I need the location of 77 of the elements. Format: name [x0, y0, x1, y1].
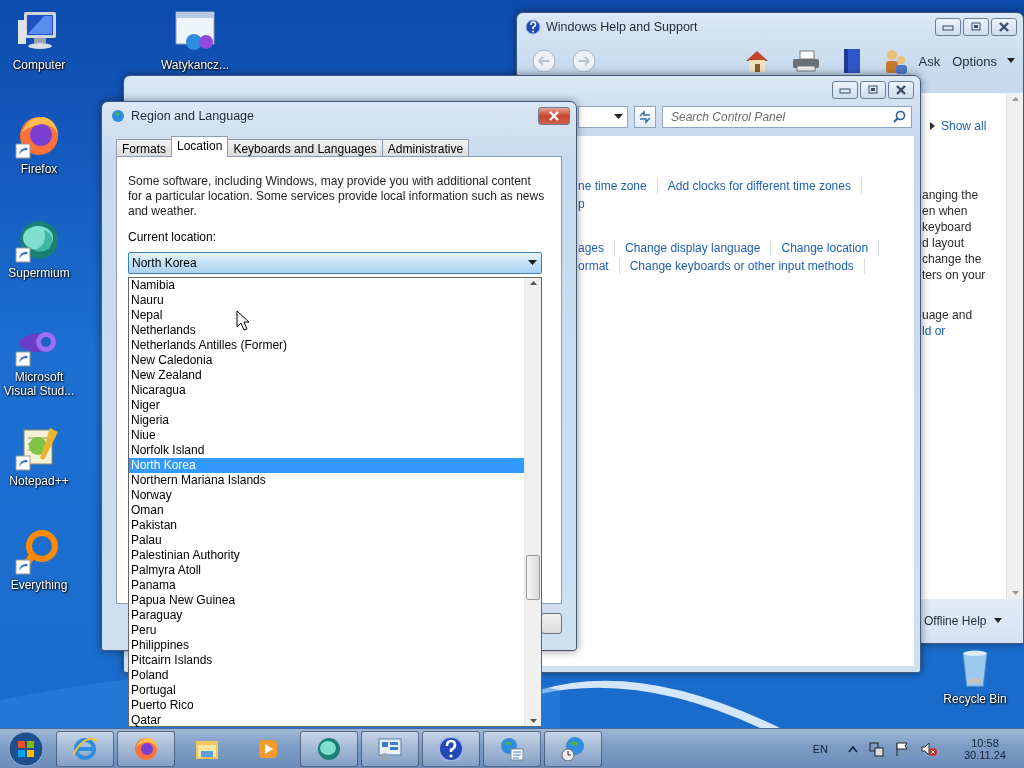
location-option[interactable]: Namibia: [129, 278, 524, 293]
settings-link[interactable]: ormat: [578, 258, 620, 274]
desktop-shortcut[interactable]: Supermium: [0, 216, 78, 320]
tab[interactable]: Administrative: [381, 139, 470, 157]
tab[interactable]: Formats: [116, 139, 172, 157]
help-text: anging the: [922, 187, 980, 203]
location-option[interactable]: Portugal: [129, 683, 524, 698]
desktop-shortcut[interactable]: Firefox: [0, 112, 78, 216]
location-option[interactable]: Nicaragua: [129, 383, 524, 398]
desktop-icon-label: Firefox: [19, 162, 59, 176]
clock[interactable]: 10:58 30.11.24: [964, 736, 1006, 761]
desktop-shortcut[interactable]: Notepad++: [0, 424, 78, 528]
location-option[interactable]: Palmyra Atoll: [129, 563, 524, 578]
language-indicator[interactable]: EN: [812, 742, 828, 755]
help-text: keyboard: [922, 219, 973, 235]
location-option[interactable]: Pitcairn Islands: [129, 653, 524, 668]
settings-link[interactable]: ages: [578, 240, 616, 256]
location-option[interactable]: Qatar: [129, 713, 524, 728]
location-option[interactable]: Northern Mariana Islands: [129, 473, 524, 488]
location-option[interactable]: Puerto Rico: [129, 698, 524, 713]
location-option[interactable]: Niger: [129, 398, 524, 413]
desktop-shortcut[interactable]: Everything: [0, 528, 78, 632]
help-link[interactable]: ld or: [922, 323, 1006, 339]
desktop-shortcut[interactable]: Computer: [0, 8, 78, 112]
desktop-icon-label: Recycle Bin: [942, 692, 1008, 706]
options-menu[interactable]: Options: [952, 53, 997, 69]
desktop-icon-label: Computer: [11, 58, 67, 72]
help-text: en when: [922, 203, 969, 219]
desktop-icon-label: Supermium: [7, 266, 71, 280]
desktop-shortcut[interactable]: Watykancz...: [157, 8, 233, 72]
location-option[interactable]: Nigeria: [129, 413, 524, 428]
help-text: uage and: [922, 307, 974, 323]
help-text: ters on your: [922, 267, 987, 283]
location-option[interactable]: Pakistan: [129, 518, 524, 533]
desktop-icon-label: Microsoft Visual Stud...: [2, 370, 76, 398]
location-label: Current location:: [128, 230, 218, 244]
location-option[interactable]: Niue: [129, 428, 524, 443]
show-all-link[interactable]: Show all: [941, 119, 987, 133]
location-option[interactable]: Palestinian Authority: [129, 548, 524, 563]
settings-link[interactable]: ne time zone: [578, 178, 658, 194]
desktop-icon-label: Watykancz...: [159, 58, 231, 72]
location-option[interactable]: New Zealand: [129, 368, 524, 383]
location-option[interactable]: Norfolk Island: [129, 443, 524, 458]
location-option[interactable]: Norway: [129, 488, 524, 503]
tab[interactable]: Keyboards and Languages: [227, 139, 383, 157]
dialog-title: Region and Language: [131, 109, 256, 123]
location-option[interactable]: Paraguay: [129, 608, 524, 623]
location-dropdown[interactable]: North Korea: [128, 252, 542, 274]
location-option[interactable]: Netherlands Antilles (Former): [129, 338, 524, 353]
desktop-shortcut[interactable]: Microsoft Visual Stud...: [0, 320, 78, 424]
settings-link[interactable]: Change keyboards or other input methods: [629, 258, 865, 274]
location-option[interactable]: Oman: [129, 503, 524, 518]
settings-link[interactable]: Add clocks for different time zones: [667, 178, 862, 194]
location-option[interactable]: Papua New Guinea: [129, 593, 524, 608]
desktop-icon-label: Notepad++: [8, 474, 70, 488]
location-option[interactable]: Nauru: [129, 293, 524, 308]
window-title: Windows Help and Support: [546, 20, 699, 34]
location-option[interactable]: Netherlands: [129, 323, 524, 338]
location-option[interactable]: New Caledonia: [129, 353, 524, 368]
help-text: change the: [922, 251, 983, 267]
location-description: Some software, including Windows, may provide you with additional content for a particular location. Some services provide local information such as news and weather.: [128, 174, 546, 219]
location-option[interactable]: Palau: [129, 533, 524, 548]
location-option[interactable]: Poland: [129, 668, 524, 683]
help-text: d layout: [922, 235, 966, 251]
location-option[interactable]: Panama: [129, 578, 524, 593]
search-field[interactable]: Search Control Panel: [662, 106, 912, 128]
tab[interactable]: Location: [171, 136, 229, 157]
desktop-shortcut[interactable]: Recycle Bin: [937, 646, 1013, 706]
settings-link[interactable]: Change display language: [625, 240, 772, 256]
ask-button[interactable]: Ask: [918, 53, 941, 69]
settings-link[interactable]: Change location: [781, 240, 880, 256]
location-option[interactable]: Nepal: [129, 308, 524, 323]
location-option[interactable]: Peru: [129, 623, 524, 638]
settings-link[interactable]: p: [578, 196, 595, 212]
location-option[interactable]: Philippines: [129, 638, 524, 653]
desktop-icon-label: Everything: [9, 578, 69, 592]
offline-help-menu[interactable]: Offline Help: [924, 614, 987, 628]
